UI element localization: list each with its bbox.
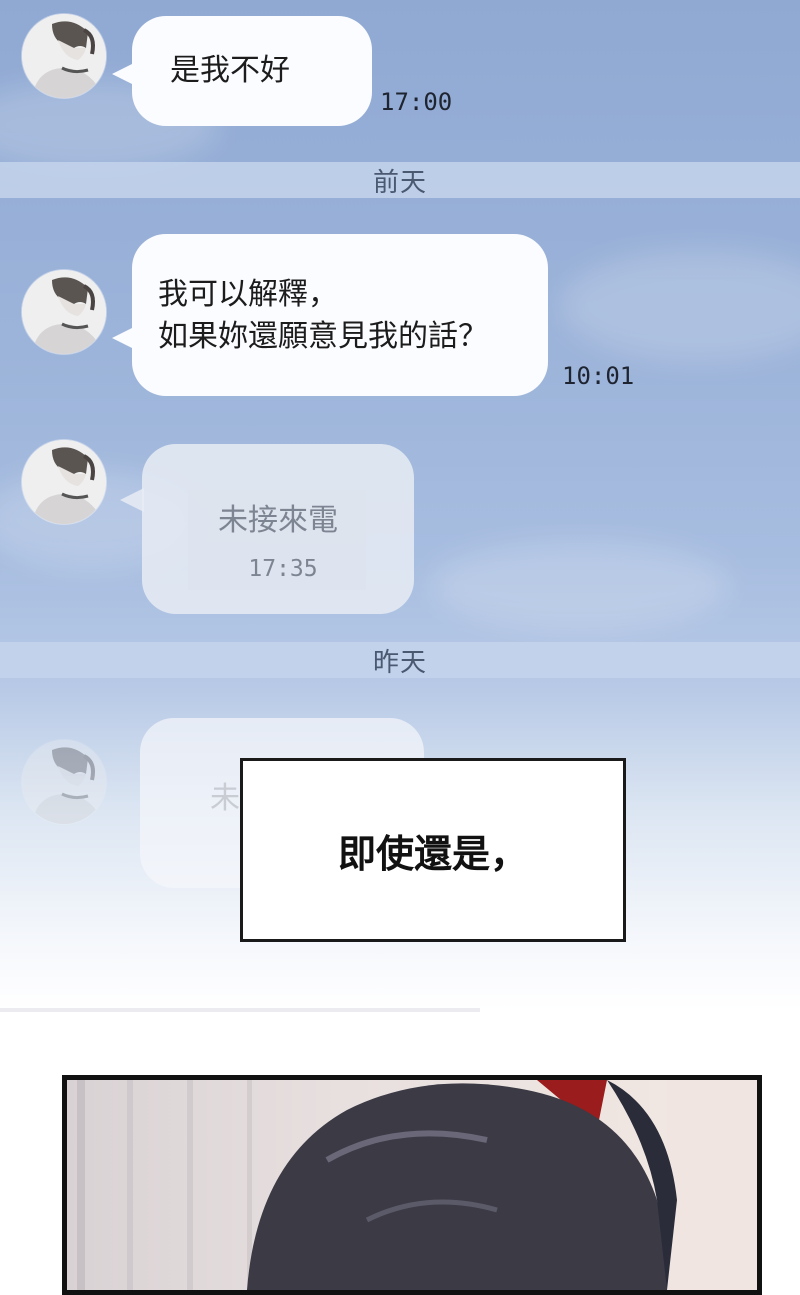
missed-call-label-faded: 未 — [210, 781, 240, 816]
avatar-portrait-icon — [22, 14, 106, 98]
cloud — [430, 540, 730, 630]
message-bubble[interactable]: 我可以解釋， 如果妳還願意見我的話？ — [132, 234, 548, 396]
message-text-line: 如果妳還願意見我的話？ — [158, 319, 488, 354]
avatar-portrait-icon — [22, 270, 106, 354]
avatar[interactable] — [22, 740, 106, 824]
avatar[interactable] — [22, 440, 106, 524]
avatar[interactable] — [22, 14, 106, 98]
date-separator-label: 前天 — [372, 167, 427, 198]
date-separator: 前天 — [0, 162, 800, 198]
message-time: 17:00 — [380, 88, 453, 116]
panel-divider — [0, 1008, 480, 1012]
date-separator-label: 昨天 — [372, 647, 427, 678]
comic-panel — [62, 1075, 762, 1295]
message-text-line: 我可以解釋， — [158, 277, 338, 312]
message-text: 是我不好 — [170, 53, 290, 88]
avatar-portrait-icon — [22, 440, 106, 524]
bubble-tail — [120, 488, 144, 512]
missed-call-label: 未接來電 — [218, 503, 338, 538]
caption-text: 即使還是， — [337, 830, 528, 876]
cloud — [560, 250, 800, 360]
caption-box: 即使還是， — [240, 758, 626, 942]
date-separator: 昨天 — [0, 642, 800, 678]
missed-call-time: 17:35 — [248, 556, 318, 582]
missed-call-bubble[interactable]: 未接來電 17:35 — [142, 444, 414, 614]
character-hair-illustration — [77, 1080, 757, 1290]
message-bubble[interactable]: 是我不好 — [132, 16, 372, 126]
avatar-portrait-icon — [22, 740, 106, 824]
message-time: 10:01 — [562, 362, 635, 390]
avatar[interactable] — [22, 270, 106, 354]
